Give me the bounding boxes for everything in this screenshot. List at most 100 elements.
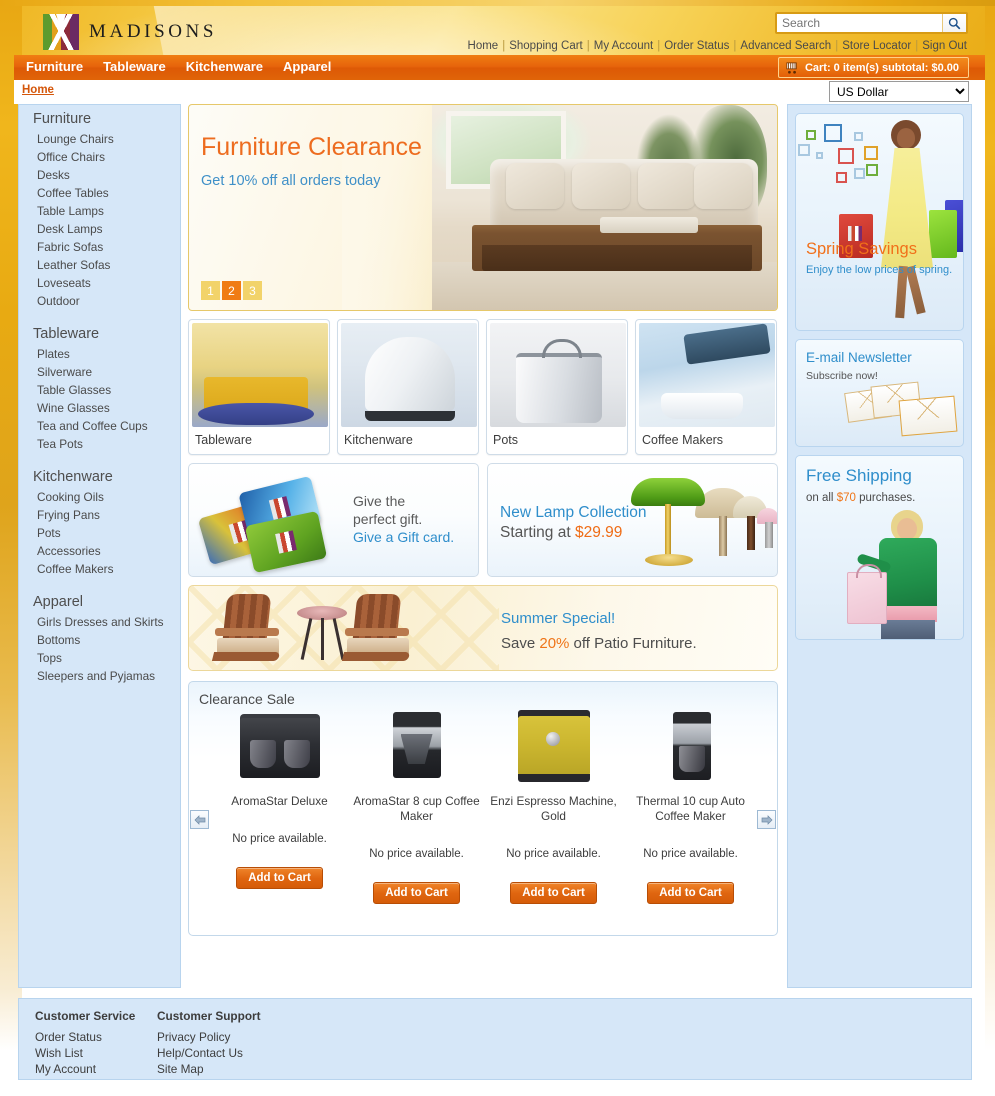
product-card[interactable]: Enzi Espresso Machine, Gold No price ava… bbox=[485, 710, 622, 904]
sidebar-item-coffee-makers[interactable]: Coffee Makers bbox=[19, 560, 180, 578]
breadcrumb-home[interactable]: Home bbox=[22, 84, 54, 96]
sidebar-item-cooking-oils[interactable]: Cooking Oils bbox=[19, 488, 180, 506]
currency-selector[interactable]: US Dollar bbox=[829, 81, 969, 102]
hero-banner[interactable]: Furniture Clearance Get 10% off all orde… bbox=[188, 104, 778, 311]
carousel-next-button[interactable] bbox=[757, 810, 776, 829]
footer-link-order-status[interactable]: Order Status bbox=[35, 1029, 135, 1045]
sidebar-item-coffee-tables[interactable]: Coffee Tables bbox=[19, 184, 180, 202]
add-to-cart-button[interactable]: Add to Cart bbox=[236, 867, 323, 889]
search-button[interactable] bbox=[942, 14, 966, 32]
tile-label-tableware: Tableware bbox=[195, 433, 252, 447]
sidebar-item-table-lamps[interactable]: Table Lamps bbox=[19, 202, 180, 220]
sidebar-item-frying-pans[interactable]: Frying Pans bbox=[19, 506, 180, 524]
coffee-makers-image bbox=[639, 323, 775, 427]
promo-free-shipping[interactable]: Free Shipping on all $70 purchases. bbox=[795, 455, 964, 640]
sidebar-item-loveseats[interactable]: Loveseats bbox=[19, 274, 180, 292]
shipping-title: Free Shipping bbox=[806, 466, 912, 485]
promo-email-newsletter[interactable]: E-mail Newsletter Subscribe now! bbox=[795, 339, 964, 447]
footer-link-wish-list[interactable]: Wish List bbox=[35, 1045, 135, 1061]
promo-lamp-collection[interactable]: New Lamp Collection Starting at $29.99 bbox=[487, 463, 778, 577]
promo-summer-special[interactable]: Summer Special! Save 20% off Patio Furni… bbox=[188, 585, 778, 671]
product-image-aromastar-8-cup bbox=[369, 710, 465, 782]
link-store-locator[interactable]: Store Locator bbox=[842, 40, 911, 52]
link-my-account[interactable]: My Account bbox=[594, 40, 653, 52]
sidebar-item-lounge-chairs[interactable]: Lounge Chairs bbox=[19, 130, 180, 148]
link-sign-out[interactable]: Sign Out bbox=[922, 40, 967, 52]
sidebar-item-tea-and-coffee-cups[interactable]: Tea and Coffee Cups bbox=[19, 417, 180, 435]
nav-item-kitchenware[interactable]: Kitchenware bbox=[186, 59, 263, 74]
hero-slide-2[interactable]: 2 bbox=[222, 281, 241, 300]
sidebar-item-table-glasses[interactable]: Table Glasses bbox=[19, 381, 180, 399]
sidebar-item-desk-lamps[interactable]: Desk Lamps bbox=[19, 220, 180, 238]
gift-line-3[interactable]: Give a Gift card. bbox=[353, 528, 454, 546]
nav-item-tableware[interactable]: Tableware bbox=[103, 59, 166, 74]
shipping-model-image bbox=[847, 510, 963, 639]
main-content: Furniture Clearance Get 10% off all orde… bbox=[188, 104, 778, 936]
nav-item-furniture[interactable]: Furniture bbox=[26, 59, 83, 74]
link-order-status[interactable]: Order Status bbox=[664, 40, 729, 52]
add-to-cart-button[interactable]: Add to Cart bbox=[647, 882, 734, 904]
sidebar-item-tea-pots[interactable]: Tea Pots bbox=[19, 435, 180, 453]
shipping-prefix: on all bbox=[806, 492, 837, 504]
tile-kitchenware[interactable]: Kitchenware bbox=[337, 319, 479, 455]
carousel-prev-button[interactable] bbox=[190, 810, 209, 829]
arrow-right-icon bbox=[761, 814, 772, 825]
product-image-enzi-espresso bbox=[506, 710, 602, 782]
add-to-cart-button[interactable]: Add to Cart bbox=[373, 882, 460, 904]
hero-slide-1[interactable]: 1 bbox=[201, 281, 220, 300]
footer-link-privacy-policy[interactable]: Privacy Policy bbox=[157, 1029, 261, 1045]
nav-item-apparel[interactable]: Apparel bbox=[283, 59, 331, 74]
link-home[interactable]: Home bbox=[468, 40, 499, 52]
tile-label-pots: Pots bbox=[493, 433, 519, 447]
product-image-thermal-10-cup bbox=[643, 710, 739, 782]
sidebar-item-pots[interactable]: Pots bbox=[19, 524, 180, 542]
category-tiles: Tableware Kitchenware Pots Coffee Makers bbox=[188, 319, 778, 455]
search-box[interactable] bbox=[775, 12, 968, 34]
tile-pots[interactable]: Pots bbox=[486, 319, 628, 455]
sidebar-item-fabric-sofas[interactable]: Fabric Sofas bbox=[19, 238, 180, 256]
product-card[interactable]: Thermal 10 cup Auto Coffee Maker No pric… bbox=[622, 710, 759, 904]
sidebar-item-silverware[interactable]: Silverware bbox=[19, 363, 180, 381]
site-logo[interactable]: MADISONS bbox=[43, 14, 217, 50]
search-input[interactable] bbox=[777, 14, 942, 32]
patio-chair-left-image bbox=[211, 594, 285, 664]
footer-link-my-account[interactable]: My Account bbox=[35, 1061, 135, 1077]
sidebar-item-girls-dresses-and-skirts[interactable]: Girls Dresses and Skirts bbox=[19, 613, 180, 631]
sidebar-item-tops[interactable]: Tops bbox=[19, 649, 180, 667]
hero-slide-3[interactable]: 3 bbox=[243, 281, 262, 300]
product-card[interactable]: AromaStar 8 cup Coffee Maker No price av… bbox=[348, 710, 485, 904]
link-advanced-search[interactable]: Advanced Search bbox=[740, 40, 831, 52]
footer-column-customer-service: Customer Service Order Status Wish List … bbox=[35, 1009, 135, 1077]
sidebar-item-accessories[interactable]: Accessories bbox=[19, 542, 180, 560]
promo-gift-card[interactable]: Give the perfect gift. Give a Gift card. bbox=[188, 463, 479, 577]
footer-link-site-map[interactable]: Site Map bbox=[157, 1061, 261, 1077]
footer-link-help-contact-us[interactable]: Help/Contact Us bbox=[157, 1045, 261, 1061]
add-to-cart-button[interactable]: Add to Cart bbox=[510, 882, 597, 904]
spring-title: Spring Savings bbox=[806, 240, 917, 258]
footer-column-customer-support: Customer Support Privacy Policy Help/Con… bbox=[157, 1009, 261, 1077]
link-shopping-cart[interactable]: Shopping Cart bbox=[509, 40, 583, 52]
lamp-price: $29.99 bbox=[574, 524, 623, 541]
promo-spring-savings[interactable]: Spring Savings Enjoy the low prices of s… bbox=[795, 113, 964, 331]
sidebar-item-bottoms[interactable]: Bottoms bbox=[19, 631, 180, 649]
sidebar-group-furniture: Furniture Lounge Chairs Office Chairs De… bbox=[19, 105, 180, 310]
envelope-icon bbox=[898, 395, 958, 437]
nav-items: Furniture Tableware Kitchenware Apparel bbox=[26, 59, 331, 74]
sidebar-item-outdoor[interactable]: Outdoor bbox=[19, 292, 180, 310]
site-header: MADISONS Home|Shopping Cart|My Account|O… bbox=[22, 6, 985, 55]
footer-heading-customer-service: Customer Service bbox=[35, 1009, 136, 1023]
cart-summary-button[interactable]: Cart: 0 item(s) subtotal: $0.00 bbox=[777, 57, 969, 78]
gift-promo-text: Give the perfect gift. Give a Gift card. bbox=[353, 492, 454, 546]
sidebar-item-leather-sofas[interactable]: Leather Sofas bbox=[19, 256, 180, 274]
sidebar-item-sleepers-and-pyjamas[interactable]: Sleepers and Pyjamas bbox=[19, 667, 180, 685]
product-name: Enzi Espresso Machine, Gold bbox=[490, 794, 617, 823]
sidebar-item-wine-glasses[interactable]: Wine Glasses bbox=[19, 399, 180, 417]
sidebar-item-office-chairs[interactable]: Office Chairs bbox=[19, 148, 180, 166]
promo-row: Give the perfect gift. Give a Gift card.… bbox=[188, 463, 778, 577]
sidebar-item-plates[interactable]: Plates bbox=[19, 345, 180, 363]
product-card[interactable]: AromaStar Deluxe No price available. Add… bbox=[211, 710, 348, 904]
kitchenware-image bbox=[341, 323, 477, 427]
tile-coffee-makers[interactable]: Coffee Makers bbox=[635, 319, 777, 455]
sidebar-item-desks[interactable]: Desks bbox=[19, 166, 180, 184]
tile-tableware[interactable]: Tableware bbox=[188, 319, 330, 455]
